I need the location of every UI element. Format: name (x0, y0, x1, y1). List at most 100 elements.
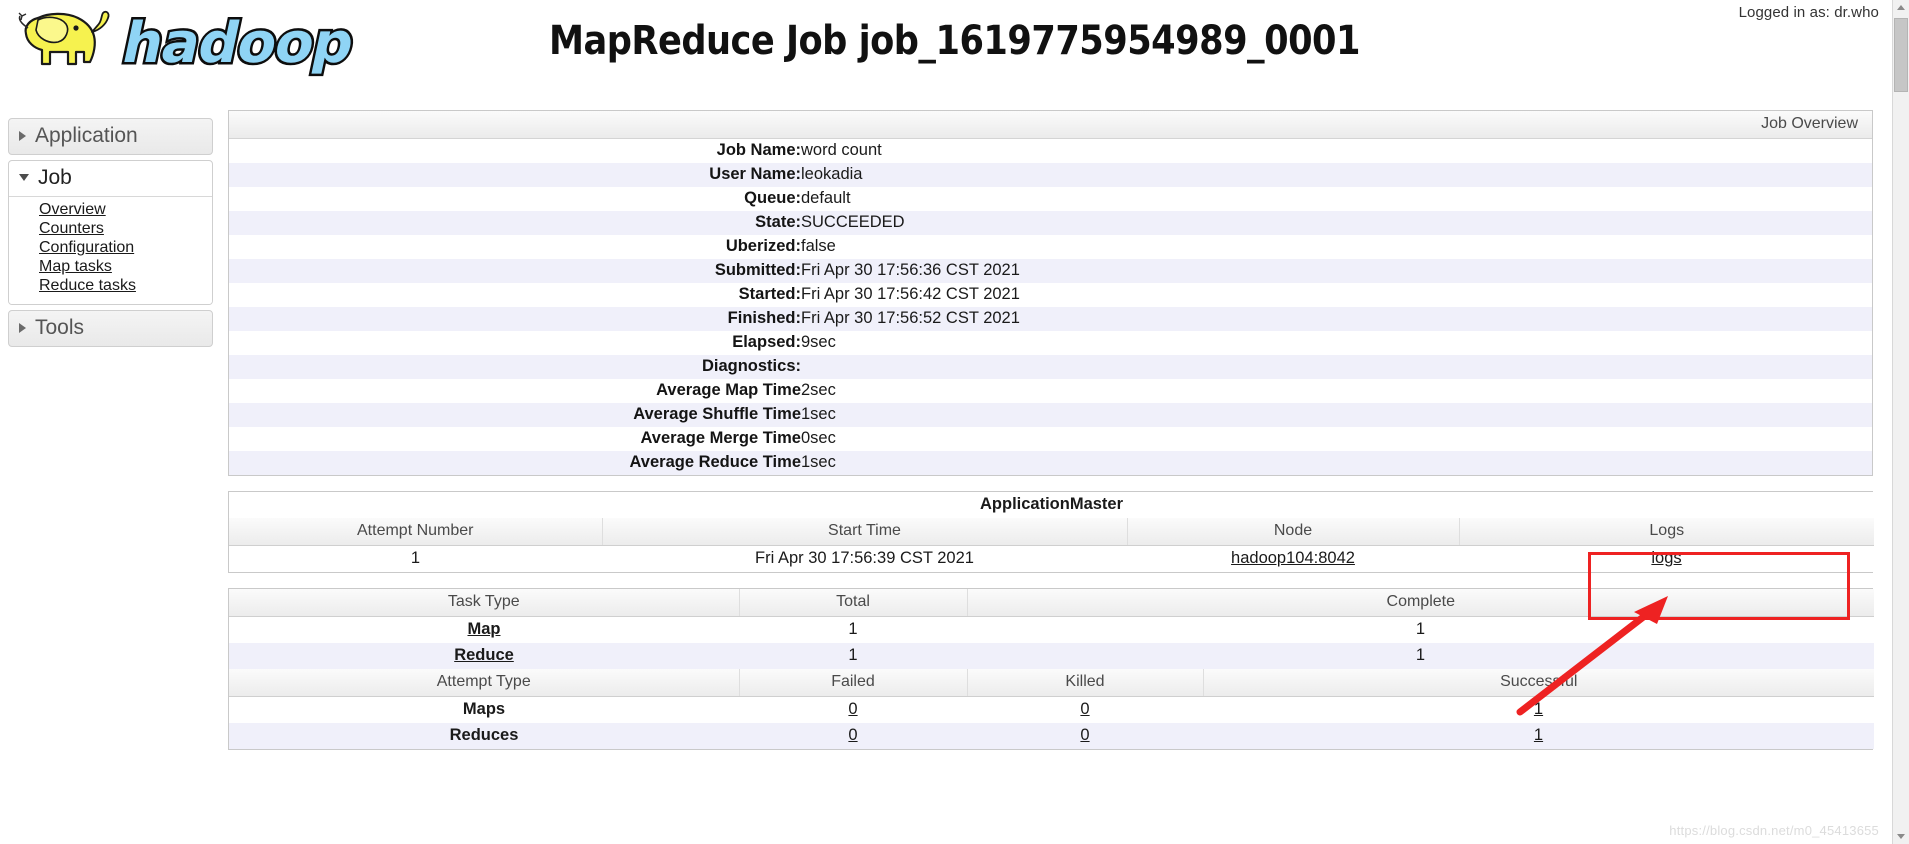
row-value (801, 355, 1872, 379)
table-row: Diagnostics: (229, 355, 1872, 379)
reduces-successful-link[interactable]: 1 (1534, 726, 1543, 744)
sidebar-item-counters[interactable]: Counters (39, 220, 104, 238)
application-master-title-row: ApplicationMaster (229, 492, 1875, 518)
cell-task-type: Reduce (229, 643, 739, 669)
application-master-table: ApplicationMaster Attempt Number Start T… (229, 492, 1875, 573)
cell-killed: 0 (967, 697, 1203, 724)
sidebar-item-configuration[interactable]: Configuration (39, 239, 134, 257)
cell-complete: 1 (1415, 620, 1426, 638)
maps-successful-link[interactable]: 1 (1534, 700, 1543, 718)
sidebar-item-overview[interactable]: Overview (39, 201, 106, 219)
reduces-failed-link[interactable]: 0 (848, 726, 857, 744)
table-row: User Name: leokadia (229, 163, 1872, 187)
row-label: Submitted: (714, 261, 801, 279)
table-row: Started: Fri Apr 30 17:56:42 CST 2021 (229, 283, 1872, 307)
page-title: MapReduce Job job_1619775954989_0001 (549, 18, 1360, 64)
row-label: Average Reduce Time (629, 453, 802, 471)
cell-start-time: Fri Apr 30 17:56:39 CST 2021 (755, 549, 974, 567)
sidebar-section-application-header[interactable]: Application (9, 119, 212, 154)
row-label: Average Map Time (656, 381, 801, 399)
row-value: Fri Apr 30 17:56:42 CST 2021 (801, 285, 1020, 303)
job-overview-caption: Job Overview (229, 111, 1872, 139)
cell-failed: 0 (739, 697, 967, 724)
table-header-row: Task Type Total Complete (229, 589, 1875, 617)
row-label: Average Merge Time (640, 429, 802, 447)
sidebar-section-tools-label: Tools (35, 316, 85, 339)
row-label: Queue: (744, 189, 801, 207)
logs-link[interactable]: logs (1651, 549, 1681, 567)
sidebar: Application Job Overview Counters Config… (8, 118, 213, 352)
col-start-time[interactable]: Start Time (602, 518, 1128, 546)
table-row: Finished: Fri Apr 30 17:56:52 CST 2021 (229, 307, 1872, 331)
page-root: hadoop Logged in as: dr.who MapReduce Jo… (0, 0, 1909, 844)
vertical-scrollbar[interactable] (1892, 0, 1909, 844)
row-value: leokadia (801, 165, 863, 183)
row-label: Started: (738, 285, 801, 303)
table-row: Reduces 0 0 1 (229, 723, 1875, 749)
table-row: Average Shuffle Time 1sec (229, 403, 1872, 427)
cell-total: 1 (848, 620, 858, 638)
reduce-task-link[interactable]: Reduce (454, 646, 514, 664)
table-row: Maps 0 0 1 (229, 696, 1875, 724)
table-header-row: Attempt Number Start Time Node Logs (229, 518, 1875, 546)
row-value: 0sec (801, 429, 836, 447)
col-attempt-type[interactable]: Attempt Type (229, 669, 740, 697)
cell-attempt-type: Reduces (449, 726, 519, 744)
col-total[interactable]: Total (739, 589, 968, 617)
reduces-killed-link[interactable]: 0 (1080, 726, 1089, 744)
sidebar-section-job[interactable]: Job Overview Counters Configuration Map … (8, 160, 213, 305)
sidebar-section-application[interactable]: Application (8, 118, 213, 155)
maps-failed-link[interactable]: 0 (848, 700, 857, 718)
cell-task-type: Map (229, 617, 739, 644)
col-killed[interactable]: Killed (967, 669, 1204, 697)
job-overview-table: Job Name: word count User Name: leokadia… (229, 139, 1872, 475)
table-row: Average Map Time 2sec (229, 379, 1872, 403)
row-value: default (801, 189, 851, 207)
job-overview-panel: Job Overview Job Name: word count User N… (228, 110, 1873, 476)
row-value: 1sec (801, 453, 836, 471)
sidebar-section-application-label: Application (35, 124, 138, 147)
maps-killed-link[interactable]: 0 (1080, 700, 1089, 718)
watermark-text: https://blog.csdn.net/m0_45413655 (1669, 823, 1879, 838)
row-label: User Name: (709, 165, 801, 183)
col-node[interactable]: Node (1127, 518, 1460, 546)
table-row: Reduce 1 1 (229, 643, 1875, 669)
sidebar-item-map-tasks[interactable]: Map tasks (39, 258, 112, 276)
application-master-title: ApplicationMaster (229, 492, 1875, 518)
col-failed[interactable]: Failed (739, 669, 968, 697)
row-value: 2sec (801, 381, 836, 399)
elephant-icon (18, 10, 110, 66)
node-link[interactable]: hadoop104:8042 (1231, 549, 1355, 567)
cell-attempt-type: Maps (462, 700, 506, 718)
col-attempt-number[interactable]: Attempt Number (229, 518, 603, 546)
cell-node: hadoop104:8042 (1127, 546, 1459, 573)
col-successful[interactable]: Successful (1203, 669, 1875, 697)
scroll-up-icon[interactable] (1893, 0, 1909, 17)
col-logs[interactable]: Logs (1459, 518, 1875, 546)
table-row: Submitted: Fri Apr 30 17:56:36 CST 2021 (229, 259, 1872, 283)
cell-attempt-number: 1 (410, 549, 421, 567)
sidebar-section-tools-header[interactable]: Tools (9, 311, 212, 346)
sidebar-section-tools[interactable]: Tools (8, 310, 213, 347)
main-content: Job Overview Job Name: word count User N… (228, 110, 1875, 765)
scrollbar-thumb[interactable] (1894, 18, 1908, 92)
table-row: Queue: default (229, 187, 1872, 211)
row-label: Uberized: (725, 237, 801, 255)
row-label: State: (755, 213, 801, 231)
map-task-link[interactable]: Map (468, 620, 501, 638)
cell-complete: 1 (1415, 646, 1426, 664)
table-row: Elapsed: 9sec (229, 331, 1872, 355)
scroll-down-icon[interactable] (1893, 827, 1909, 844)
cell-successful: 1 (1203, 697, 1874, 724)
sidebar-section-job-label: Job (38, 166, 72, 189)
row-label: Diagnostics: (701, 357, 801, 375)
col-complete[interactable]: Complete (967, 589, 1875, 617)
row-value: Fri Apr 30 17:56:52 CST 2021 (801, 309, 1020, 327)
task-summary-panel: Task Type Total Complete Map 1 1 Reduce (228, 588, 1875, 750)
col-task-type[interactable]: Task Type (229, 589, 740, 617)
cell-failed: 0 (739, 723, 967, 749)
sidebar-section-job-header[interactable]: Job (9, 161, 212, 196)
sidebar-item-reduce-tasks[interactable]: Reduce tasks (39, 277, 136, 295)
chevron-down-icon (19, 173, 29, 181)
cell-successful: 1 (1203, 723, 1874, 749)
